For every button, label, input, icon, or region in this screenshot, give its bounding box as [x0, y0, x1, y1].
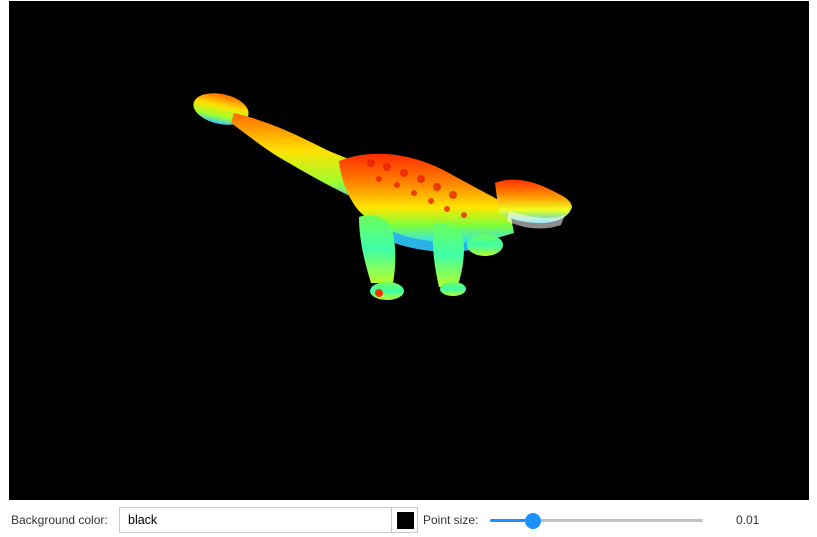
- background-color-input[interactable]: black: [119, 507, 418, 533]
- dinosaur-model: [193, 93, 572, 300]
- point-cloud-viewer[interactable]: [9, 1, 809, 500]
- slider-thumb[interactable]: [524, 513, 541, 529]
- swatch-divider: [391, 508, 392, 532]
- point-size-value: 0.01: [736, 513, 760, 527]
- background-color-swatch[interactable]: [397, 512, 414, 529]
- background-color-label: Background color:: [11, 513, 108, 527]
- background-color-value[interactable]: black: [128, 513, 157, 527]
- point-size-label: Point size:: [423, 513, 479, 527]
- point-cloud-canvas[interactable]: [9, 1, 809, 500]
- point-size-slider[interactable]: [490, 513, 703, 529]
- controls-bar: Background color: black Point size: 0.01: [0, 500, 817, 537]
